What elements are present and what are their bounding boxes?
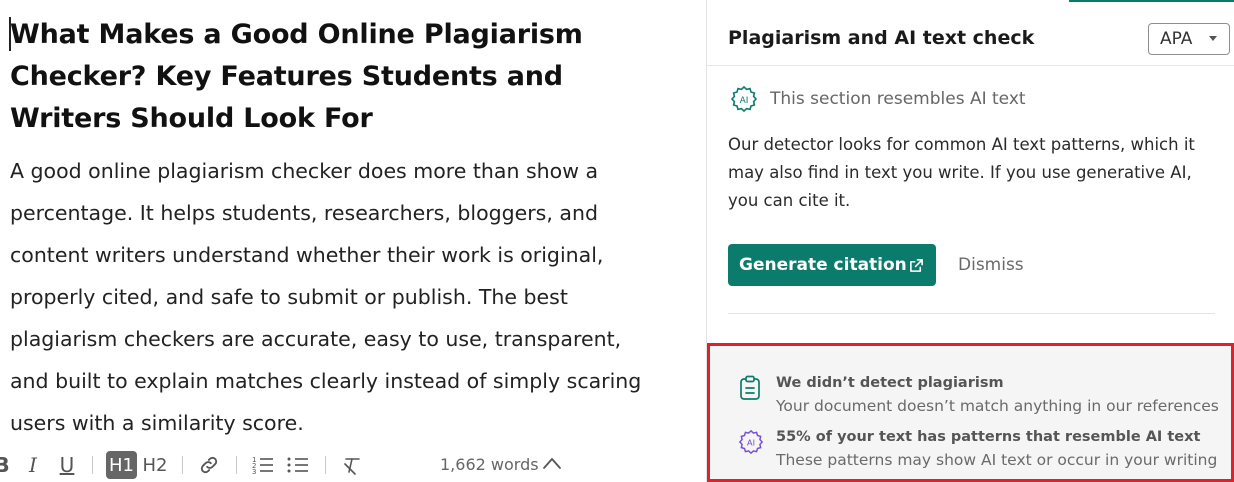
ai-result-title: 55% of your text has patterns that resem… bbox=[776, 429, 1201, 445]
document-editor[interactable]: What Makes a Good Online Plagiarism Chec… bbox=[0, 0, 700, 482]
check-summary: We didn’t detect plagiarism Your documen… bbox=[707, 343, 1234, 482]
numbered-list-icon: 1 2 3 bbox=[252, 456, 273, 475]
svg-text:AI: AI bbox=[747, 438, 755, 448]
dismiss-button[interactable]: Dismiss bbox=[958, 255, 1024, 275]
underline-icon: U bbox=[59, 453, 75, 477]
bold-button[interactable]: B bbox=[0, 452, 10, 478]
generate-citation-label: Generate citation bbox=[739, 255, 907, 275]
italic-button[interactable]: I bbox=[22, 452, 44, 478]
chevron-up-icon[interactable] bbox=[542, 456, 562, 470]
ai-result-subtitle: These patterns may show AI text or occur… bbox=[776, 451, 1218, 469]
toolbar-separator bbox=[182, 456, 183, 474]
bulleted-list-icon bbox=[287, 457, 308, 473]
numbered-list-button[interactable]: 1 2 3 bbox=[250, 452, 276, 478]
bold-icon: B bbox=[0, 453, 10, 477]
italic-icon: I bbox=[29, 453, 37, 477]
clear-formatting-button[interactable] bbox=[339, 452, 365, 478]
panel-title: Plagiarism and AI text check bbox=[728, 27, 1035, 49]
plagiarism-panel: Plagiarism and AI text check APA AI This… bbox=[706, 0, 1234, 482]
h1-icon: H1 bbox=[109, 454, 134, 476]
plagiarism-result-title: We didn’t detect plagiarism bbox=[776, 375, 1004, 391]
divider bbox=[728, 313, 1215, 314]
citation-style-value: APA bbox=[1160, 29, 1193, 49]
link-button[interactable] bbox=[196, 452, 222, 478]
h2-icon: H2 bbox=[142, 454, 168, 476]
document-title[interactable]: What Makes a Good Online Plagiarism Chec… bbox=[10, 14, 610, 140]
ai-badge-icon: AI bbox=[738, 429, 764, 455]
toolbar-separator bbox=[92, 456, 93, 474]
svg-text:3: 3 bbox=[252, 468, 256, 475]
formatting-toolbar: B I U H1 H2 1 2 3 1,662 words bbox=[0, 446, 600, 482]
link-icon bbox=[200, 456, 218, 474]
generate-citation-button[interactable]: Generate citation bbox=[728, 244, 936, 286]
word-count[interactable]: 1,662 words bbox=[440, 455, 539, 474]
caret-down-icon bbox=[1209, 36, 1217, 41]
toolbar-separator bbox=[325, 456, 326, 474]
ai-description: Our detector looks for common AI text pa… bbox=[728, 135, 1195, 210]
toolbar-separator bbox=[236, 456, 237, 474]
ai-notice: AI This section resembles AI text bbox=[730, 85, 1026, 113]
panel-header: Plagiarism and AI text check APA bbox=[707, 0, 1234, 66]
heading1-button[interactable]: H1 bbox=[106, 451, 137, 479]
heading2-button[interactable]: H2 bbox=[141, 452, 169, 478]
external-link-icon bbox=[910, 259, 923, 272]
plagiarism-result-subtitle: Your document doesn’t match anything in … bbox=[776, 397, 1219, 415]
clipboard-icon bbox=[740, 375, 760, 400]
bulleted-list-button[interactable] bbox=[285, 452, 311, 478]
ai-badge-icon: AI bbox=[730, 85, 758, 113]
document-paragraph[interactable]: A good online plagiarism checker does mo… bbox=[10, 150, 660, 444]
ai-notice-label: This section resembles AI text bbox=[770, 89, 1026, 109]
citation-style-select[interactable]: APA bbox=[1148, 23, 1230, 55]
svg-text:AI: AI bbox=[740, 96, 749, 106]
clear-formatting-icon bbox=[344, 458, 360, 475]
underline-button[interactable]: U bbox=[55, 452, 79, 478]
